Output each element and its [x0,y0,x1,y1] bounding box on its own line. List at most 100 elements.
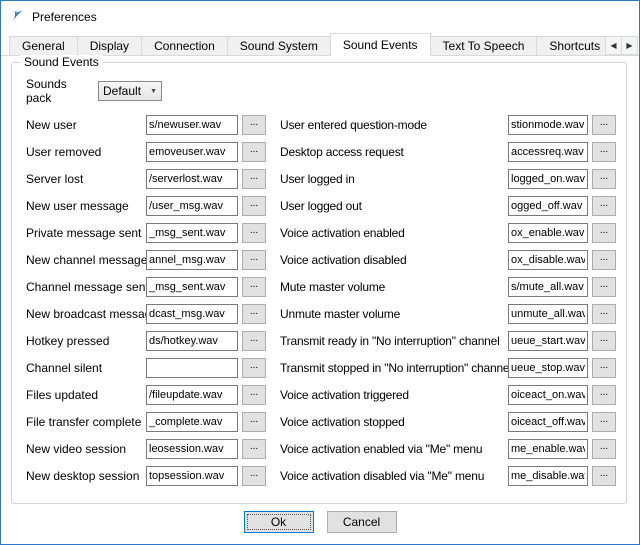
browse-button[interactable]: ... [242,115,266,135]
browse-button[interactable]: ... [592,115,616,135]
sound-file-input[interactable] [146,331,238,351]
sound-file-input[interactable] [146,466,238,486]
event-label: Voice activation enabled [280,226,508,240]
tab-shortcuts[interactable]: Shortcuts [536,36,605,55]
sound-file-input[interactable] [508,412,588,432]
sound-events-groupbox: Sound Events Sounds pack Default ▼ New u… [11,62,627,504]
sound-events-grid: New user ... User entered question-mode … [26,115,618,486]
sound-file-input[interactable] [508,115,588,135]
browse-button[interactable]: ... [592,358,616,378]
event-label: User entered question-mode [280,118,508,132]
event-label: Voice activation disabled via "Me" menu [280,469,508,483]
tab-scrollers: ◀ ▶ [605,33,639,56]
sounds-pack-select[interactable]: Default ▼ [98,81,162,101]
browse-button[interactable]: ... [592,466,616,486]
browse-button[interactable]: ... [242,169,266,189]
sound-file-input[interactable] [508,439,588,459]
event-label: Voice activation enabled via "Me" menu [280,442,508,456]
browse-button[interactable]: ... [242,385,266,405]
sound-file-input[interactable] [146,439,238,459]
sound-file-input[interactable] [508,196,588,216]
chevron-down-icon: ▼ [150,88,157,95]
browse-button[interactable]: ... [242,142,266,162]
sound-event-row: Hotkey pressed ... Transmit ready in "No… [26,331,618,351]
browse-button[interactable]: ... [592,412,616,432]
browse-button[interactable]: ... [592,196,616,216]
tab-text-to-speech[interactable]: Text To Speech [430,36,538,55]
sounds-pack-value: Default [103,84,150,98]
ok-button[interactable]: Ok [244,511,314,533]
sound-file-input[interactable] [508,385,588,405]
sound-file-input[interactable] [146,196,238,216]
cancel-button[interactable]: Cancel [327,511,397,533]
window-title: Preferences [32,10,97,24]
tab-general[interactable]: General [9,36,78,55]
sound-file-input[interactable] [146,250,238,270]
browse-button[interactable]: ... [592,250,616,270]
sound-file-input[interactable] [508,142,588,162]
preferences-window: Preferences General Display Connection S… [0,0,640,545]
sound-file-input[interactable] [508,223,588,243]
sound-file-input[interactable] [508,277,588,297]
event-label: Unmute master volume [280,307,508,321]
event-label: New channel message [26,253,146,267]
sound-event-row: New broadcast message ... Unmute master … [26,304,618,324]
event-label: Files updated [26,388,146,402]
browse-button[interactable]: ... [592,439,616,459]
browse-button[interactable]: ... [242,223,266,243]
browse-button[interactable]: ... [242,358,266,378]
chevron-left-icon: ◀ [610,41,616,50]
event-label: Mute master volume [280,280,508,294]
sound-event-row: Files updated ... Voice activation trigg… [26,385,618,405]
event-label: New desktop session [26,469,146,483]
event-label: User logged out [280,199,508,213]
browse-button[interactable]: ... [592,169,616,189]
sound-file-input[interactable] [146,358,238,378]
tab-bar: General Display Connection Sound System … [1,33,639,56]
event-label: Voice activation triggered [280,388,508,402]
event-label: Voice activation stopped [280,415,508,429]
browse-button[interactable]: ... [242,439,266,459]
sound-file-input[interactable] [146,385,238,405]
sound-file-input[interactable] [146,115,238,135]
browse-button[interactable]: ... [592,331,616,351]
browse-button[interactable]: ... [242,196,266,216]
browse-button[interactable]: ... [242,466,266,486]
sound-file-input[interactable] [146,277,238,297]
sound-file-input[interactable] [508,169,588,189]
browse-button[interactable]: ... [592,142,616,162]
sound-file-input[interactable] [146,142,238,162]
tab-scroll-left-button[interactable]: ◀ [605,36,622,55]
tab-sound-system[interactable]: Sound System [227,36,331,55]
tab-scroll-right-button[interactable]: ▶ [621,36,638,55]
browse-button[interactable]: ... [242,331,266,351]
sound-file-input[interactable] [146,223,238,243]
browse-button[interactable]: ... [592,223,616,243]
sound-file-input[interactable] [508,331,588,351]
sound-file-input[interactable] [508,250,588,270]
event-label: Private message sent [26,226,146,240]
browse-button[interactable]: ... [242,304,266,324]
event-label: New user [26,118,146,132]
tabs-strip: General Display Connection Sound System … [1,33,605,56]
browse-button[interactable]: ... [592,385,616,405]
browse-button[interactable]: ... [592,304,616,324]
browse-button[interactable]: ... [242,277,266,297]
browse-button[interactable]: ... [242,250,266,270]
sound-file-input[interactable] [146,412,238,432]
tab-sound-events[interactable]: Sound Events [330,33,431,56]
tab-connection[interactable]: Connection [141,36,228,55]
browse-button[interactable]: ... [242,412,266,432]
sound-event-row: Channel message sent ... Mute master vol… [26,277,618,297]
sounds-pack-row: Sounds pack Default ▼ [26,77,618,105]
sound-file-input[interactable] [508,358,588,378]
sound-event-row: User removed ... Desktop access request … [26,142,618,162]
sound-file-input[interactable] [508,466,588,486]
sound-event-row: New channel message ... Voice activation… [26,250,618,270]
sound-file-input[interactable] [146,304,238,324]
browse-button[interactable]: ... [592,277,616,297]
sound-file-input[interactable] [146,169,238,189]
event-label: User logged in [280,172,508,186]
sound-file-input[interactable] [508,304,588,324]
tab-display[interactable]: Display [77,36,142,55]
